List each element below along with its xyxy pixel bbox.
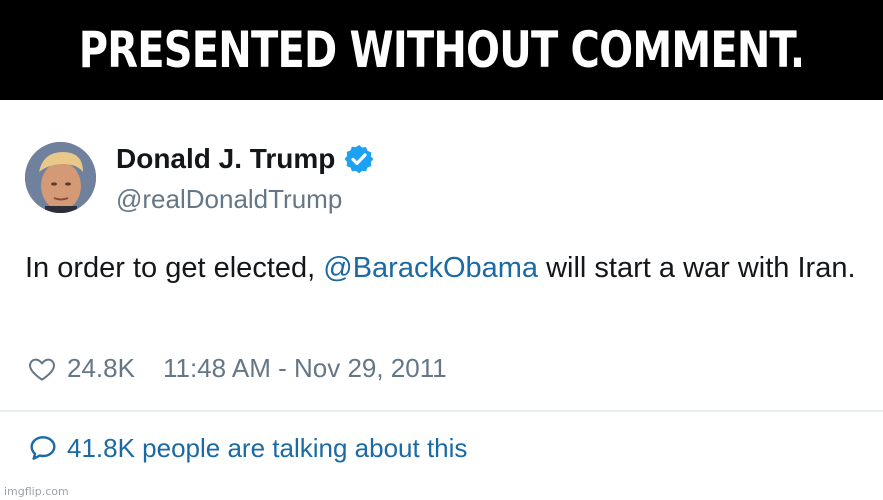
- tweet-text: In order to get elected, @BarackObama wi…: [25, 246, 875, 290]
- avatar[interactable]: [25, 142, 96, 213]
- watermark: imgflip.com: [4, 485, 69, 498]
- meme-banner: PRESENTED WITHOUT COMMENT.: [0, 0, 883, 100]
- mention-link[interactable]: @BarackObama: [323, 252, 538, 284]
- display-name-text: Donald J. Trump: [116, 143, 336, 174]
- tweet-text-end: will start a war with Iran.: [538, 252, 856, 284]
- display-name[interactable]: Donald J. Trump: [116, 143, 375, 175]
- banner-caption: PRESENTED WITHOUT COMMENT.: [78, 21, 805, 79]
- conversation-link[interactable]: 41.8K people are talking about this: [27, 432, 467, 464]
- heart-icon[interactable]: [27, 354, 57, 384]
- divider: [0, 410, 883, 412]
- like-count: 24.8K: [67, 353, 135, 383]
- tweet-meta: 24.8K 11:48 AM - Nov 29, 2011: [27, 353, 447, 384]
- user-handle[interactable]: @realDonaldTrump: [116, 184, 342, 215]
- tweet-timestamp[interactable]: 11:48 AM - Nov 29, 2011: [163, 353, 447, 384]
- speech-bubble-icon: [27, 432, 59, 464]
- tweet-text-start: In order to get elected,: [25, 252, 324, 284]
- profile-photo-icon: [25, 142, 96, 213]
- verified-badge-icon: [343, 143, 375, 175]
- conversation-text: 41.8K people are talking about this: [67, 432, 468, 463]
